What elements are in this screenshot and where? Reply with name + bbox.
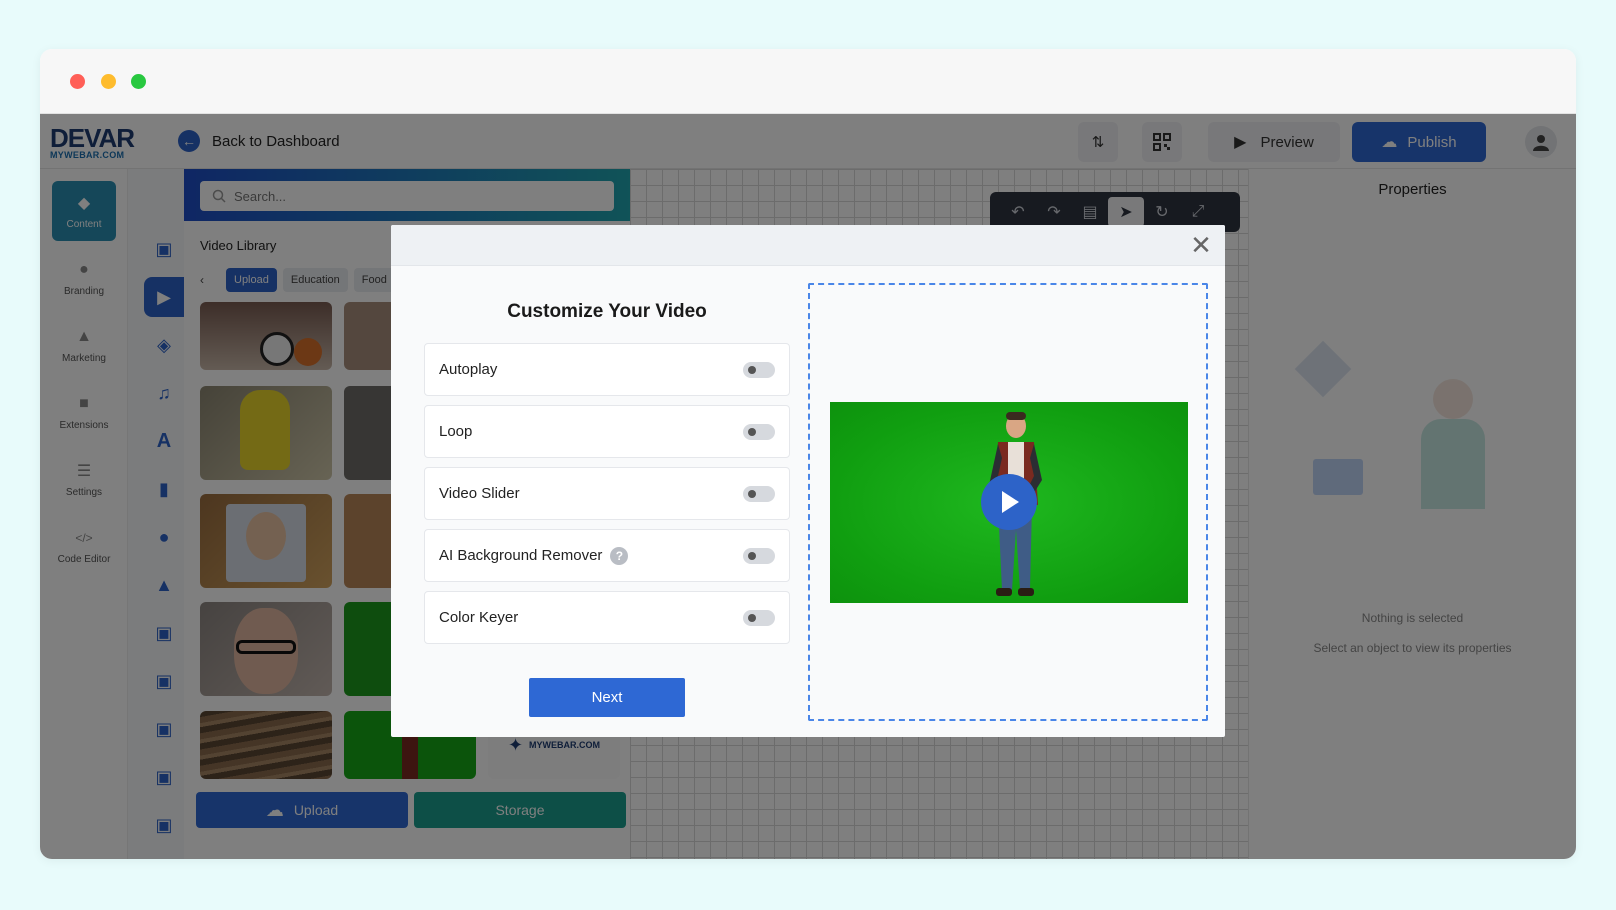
option-ai-background-remover: AI Background Remover ? bbox=[424, 529, 790, 582]
option-label: Video Slider bbox=[439, 485, 520, 502]
toggle-knob bbox=[748, 365, 756, 374]
option-label: Color Keyer bbox=[439, 609, 519, 626]
option-label: Loop bbox=[439, 423, 473, 440]
maximize-window-button[interactable] bbox=[131, 74, 146, 89]
close-modal-button[interactable]: ✕ bbox=[1187, 229, 1215, 260]
option-label: AI Background Remover bbox=[439, 547, 603, 564]
option-color-keyer: Color Keyer bbox=[424, 591, 790, 644]
toggle-knob bbox=[748, 489, 756, 498]
toggle-knob bbox=[748, 613, 756, 622]
option-video-slider: Video Slider bbox=[424, 467, 790, 520]
option-loop: Loop bbox=[424, 405, 790, 458]
customize-video-modal: ✕ Customize Your Video Autoplay Loop Vid… bbox=[391, 225, 1225, 737]
close-icon: ✕ bbox=[1190, 229, 1212, 260]
play-button[interactable] bbox=[981, 474, 1037, 530]
modal-title: Customize Your Video bbox=[507, 301, 707, 322]
video-preview[interactable] bbox=[830, 402, 1188, 603]
ai-background-remover-toggle[interactable] bbox=[743, 547, 775, 564]
close-window-button[interactable] bbox=[70, 74, 85, 89]
help-icon[interactable]: ? bbox=[610, 546, 629, 565]
modal-header: ✕ bbox=[391, 225, 1225, 266]
play-icon bbox=[1002, 491, 1019, 513]
option-label: Autoplay bbox=[439, 361, 498, 378]
next-button[interactable]: Next bbox=[529, 678, 685, 717]
option-label-wrap: AI Background Remover ? bbox=[439, 546, 743, 565]
toggle-knob bbox=[748, 551, 756, 560]
loop-toggle[interactable] bbox=[743, 423, 775, 440]
autoplay-toggle[interactable] bbox=[743, 361, 775, 378]
app-root: DEVAR MYWEBAR.COM ← Back to Dashboard ⇅ … bbox=[40, 114, 1576, 859]
color-keyer-toggle[interactable] bbox=[743, 609, 775, 626]
option-autoplay: Autoplay bbox=[424, 343, 790, 396]
browser-window: DEVAR MYWEBAR.COM ← Back to Dashboard ⇅ … bbox=[40, 49, 1576, 859]
toggle-knob bbox=[748, 427, 756, 436]
window-titlebar bbox=[40, 49, 1576, 114]
video-preview-area bbox=[808, 283, 1208, 721]
video-slider-toggle[interactable] bbox=[743, 485, 775, 502]
minimize-window-button[interactable] bbox=[101, 74, 116, 89]
